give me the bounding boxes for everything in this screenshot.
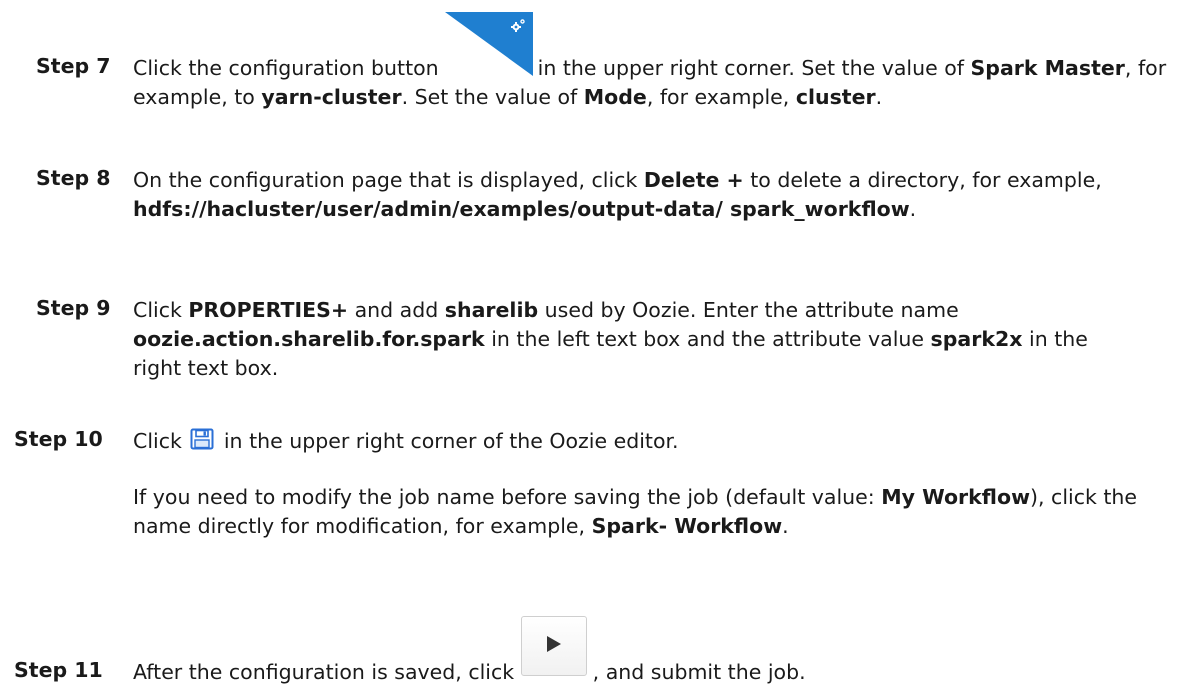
step-text: After the configuration is saved, click … (133, 616, 1153, 687)
step-body: Click PROPERTIES+ and add sharelib used … (133, 296, 1133, 383)
step-body: Click the configuration button in the up… (133, 12, 1173, 112)
step-text: Click the configuration button in the up… (133, 12, 1173, 112)
step-label: Step 8 (36, 166, 111, 190)
step-label: Step 10 (14, 427, 103, 451)
step-body: On the configuration page that is displa… (133, 166, 1133, 224)
step-body: Click in the upper right corner of the Oo… (133, 427, 1153, 541)
step-text: Click PROPERTIES+ and add sharelib used … (133, 298, 1088, 380)
step-text: On the configuration page that is displa… (133, 168, 1102, 221)
step-body: After the configuration is saved, click … (133, 616, 1153, 687)
save-floppy-icon (190, 428, 214, 450)
step-label: Step 9 (36, 296, 111, 320)
step-label: Step 7 (36, 54, 111, 78)
step-text: Click in the upper right corner of the Oo… (133, 428, 679, 453)
step-note: If you need to modify the job name befor… (133, 485, 1138, 538)
step-label: Step 11 (14, 658, 103, 682)
